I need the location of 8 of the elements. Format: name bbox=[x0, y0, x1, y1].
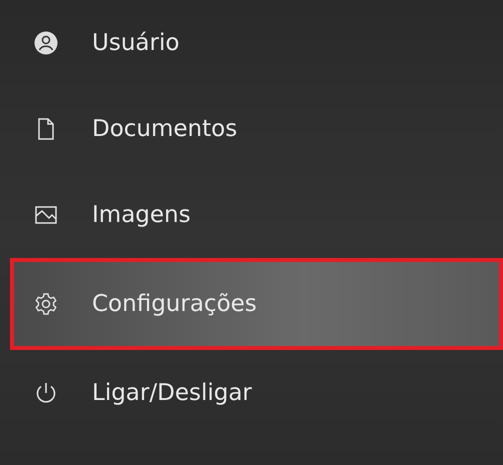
menu-item[interactable]: Documentos bbox=[10, 86, 503, 172]
menu-item[interactable]: Ligar/Desligar bbox=[10, 350, 503, 436]
menu-item[interactable]: Imagens bbox=[10, 172, 503, 258]
user-icon bbox=[34, 31, 58, 55]
power-icon bbox=[34, 381, 58, 405]
menu-item[interactable]: Configurações bbox=[10, 258, 503, 350]
gear-icon bbox=[34, 292, 58, 316]
menu-item[interactable]: Usuário bbox=[10, 0, 503, 86]
